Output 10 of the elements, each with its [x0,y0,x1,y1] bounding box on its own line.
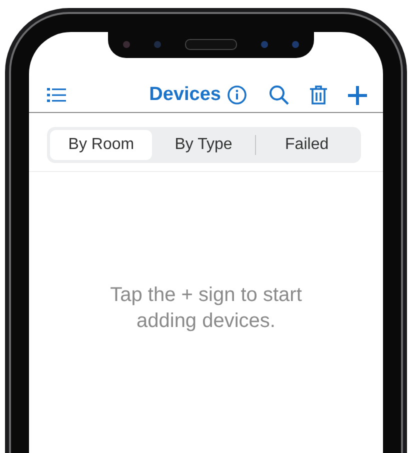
segment-tab[interactable]: Failed [256,130,358,160]
segment-tab[interactable]: By Room [50,130,152,160]
add-icon[interactable] [348,86,367,104]
menu-icon[interactable] [47,87,67,103]
page-title: Devices [149,84,221,106]
search-icon[interactable] [269,85,289,105]
trash-icon[interactable] [310,85,327,105]
empty-state-message: Tap the + sign to start adding devices. [109,283,303,334]
segment-tab[interactable]: By Type [152,130,255,160]
info-icon[interactable] [227,85,247,105]
